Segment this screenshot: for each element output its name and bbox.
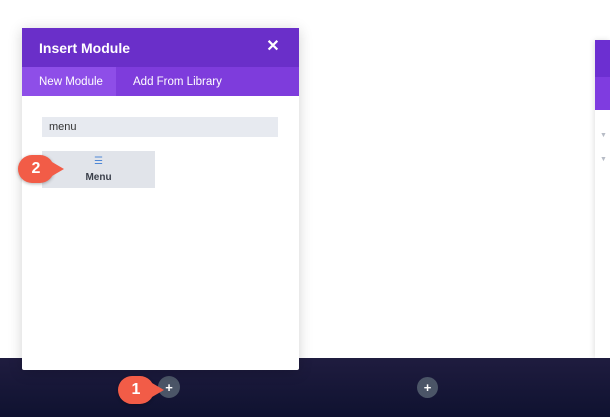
side-panel-partial: ▼ ▼	[595, 40, 610, 358]
step-number: 2	[31, 160, 41, 177]
modal-header: Insert Module ✕	[22, 28, 299, 67]
step-number: 1	[131, 381, 141, 398]
module-search-input[interactable]	[42, 117, 278, 137]
modal-title: Insert Module	[39, 39, 131, 56]
tab-new-module[interactable]: New Module	[22, 67, 116, 96]
plus-icon: +	[165, 379, 173, 395]
step-1-badge: 1	[118, 376, 164, 404]
chevron-down-icon[interactable]: ▼	[600, 156, 607, 163]
modal-tabs: New Module Add From Library	[22, 67, 299, 96]
insert-module-modal: Insert Module ✕ New Module Add From Libr…	[22, 28, 299, 370]
plus-icon: +	[423, 380, 432, 395]
step-2-badge: 2	[18, 155, 64, 183]
add-row-button[interactable]: +	[417, 377, 438, 398]
tab-add-from-library[interactable]: Add From Library	[116, 67, 239, 96]
side-panel-tabs	[595, 77, 610, 110]
side-panel-header	[595, 40, 610, 77]
module-label: Menu	[85, 171, 112, 183]
hamburger-menu-icon: ☰	[94, 155, 103, 167]
close-icon[interactable]: ✕	[265, 39, 281, 55]
chevron-down-icon[interactable]: ▼	[600, 132, 607, 139]
